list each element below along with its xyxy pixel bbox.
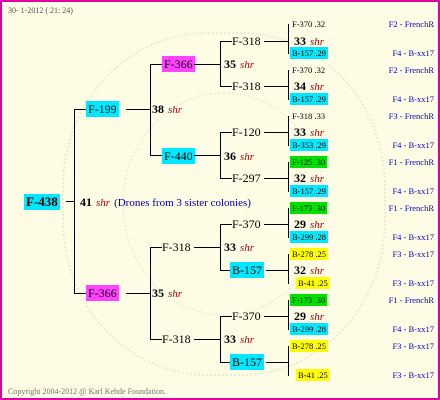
root-id[interactable]: F-438 [24,194,60,210]
leaf-8[interactable]: F-173 .30 [290,202,328,214]
leaf-6[interactable]: F-125 .30 [290,156,328,168]
right-10: F3 - B-xx17 [392,249,434,259]
right-8: F1 - FrenchR [388,203,434,213]
leaf-5[interactable]: B-353 .29 [290,139,328,151]
right-1: F4 - B-xx17 [392,48,434,58]
header-date: 30- 1-2012 ( 21: 24) [8,6,73,15]
leaf-4[interactable]: F-318 .33 [290,110,327,122]
right-15: F3 - B-xx17 [392,370,434,380]
root-shr: shr [96,197,111,209]
gen2-2-info: 33 shr [224,240,255,254]
gen3-6[interactable]: F-370 [232,308,261,324]
leaf-12[interactable]: F-173 .30 [290,294,328,306]
pedigree-frame: 30- 1-2012 ( 21: 24) F-438 41 shr (Drone… [0,0,440,400]
leaf-11[interactable]: B-41 .25 [296,277,330,289]
right-11: F3 - B-xx17 [392,278,434,288]
copyright: Copyright 2004-2012 @ Karl Kehde Foundat… [8,387,167,396]
gen3-2[interactable]: F-120 [232,124,261,140]
gen2-1-info: 36 shr [224,149,255,163]
leaf-15[interactable]: B-41 .25 [296,369,330,381]
right-0: F2 - FrenchR [388,19,434,29]
gen1-sire[interactable]: F-199 [86,101,119,117]
leaf-7[interactable]: B-157 .29 [290,185,328,197]
leaf-2[interactable]: F-370 .32 [290,64,327,76]
root-note: (Drones from 3 sister colonies) [114,197,251,209]
right-7: F4 - B-xx17 [392,186,434,196]
right-2: F2 - FrenchR [388,65,434,75]
gen2-3[interactable]: F-318 [162,331,191,347]
root-count: 41 [80,195,92,209]
gen3-4[interactable]: F-370 [232,216,261,232]
gen3-3[interactable]: F-297 [232,170,261,186]
gen3-7[interactable]: B-157 [230,354,264,370]
right-9: F4 - B-xx17 [392,232,434,242]
root-info: 41 shr (Drones from 3 sister colonies) [80,194,251,211]
gen3-1[interactable]: F-318 [232,78,261,94]
gen2-1[interactable]: F-440 [162,148,195,164]
gen1-dam[interactable]: F-366 [86,285,119,301]
right-6: F1 - FrenchR [388,157,434,167]
leaf-0[interactable]: F-370 .32 [290,18,327,30]
gen2-3-info: 33 shr [224,332,255,346]
leaf-3[interactable]: B-157 .29 [290,93,328,105]
right-4: F3 - FrenchR [388,111,434,121]
gen1-0-info: 38 shr [152,102,183,116]
leaf-1[interactable]: B-157 .29 [290,47,328,59]
gen3-0[interactable]: F-318 [232,33,261,49]
gen3-5[interactable]: B-157 [230,262,264,278]
right-13: F4 - B-xx17 [392,324,434,334]
gen2-0[interactable]: F-366 [162,56,195,72]
leaf-14[interactable]: B-278 .25 [290,340,328,352]
right-12: F1 - FrenchR [388,295,434,305]
leaf-9[interactable]: B-299 .28 [290,231,328,243]
leaf-13[interactable]: B-299 .28 [290,323,328,335]
gen2-0-info: 35 shr [224,57,255,71]
gen1-1-info: 35 shr [152,286,183,300]
right-14: F3 - B-xx17 [392,341,434,351]
gen2-2[interactable]: F-318 [162,239,191,255]
leaf-10[interactable]: B-278 .25 [290,248,328,260]
right-5: F4 - B-xx17 [392,140,434,150]
right-3: F4 - B-xx17 [392,94,434,104]
